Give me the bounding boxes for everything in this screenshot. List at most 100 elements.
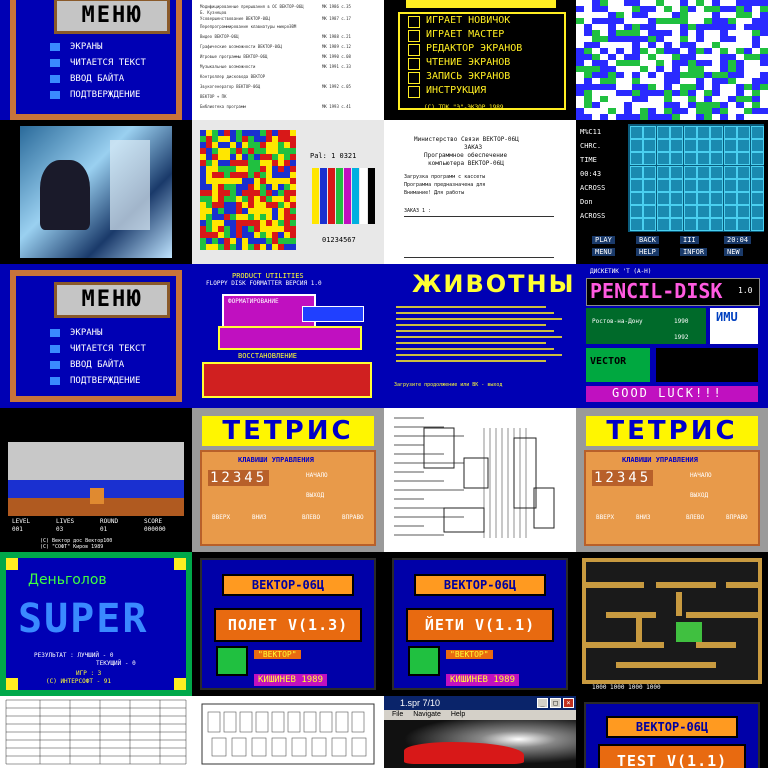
puzzle-cell[interactable] [630,218,643,232]
menu-option-box[interactable] [408,72,420,84]
menu-option[interactable]: ЧТЕНИЕ ЭКРАНОВ [426,57,510,68]
puzzle-button[interactable]: BACK [636,236,659,244]
puzzle-cell[interactable] [643,205,657,219]
puzzle-cell[interactable] [683,218,697,232]
puzzle-cell[interactable] [683,165,697,179]
puzzle-cell[interactable] [710,178,724,192]
puzzle-cell[interactable] [710,152,724,166]
menu-item-4[interactable]: ПОДТВЕРЖДЕНИЕ [50,376,140,386]
tile-artwork[interactable] [0,120,192,264]
tile-typed-document[interactable]: Министерство Связи ВЕКТОР-06Ц ЗАКАЗ Прог… [384,120,576,264]
maximize-icon[interactable]: □ [550,698,561,708]
puzzle-cell[interactable] [697,165,710,179]
tile-super[interactable]: Деньголов SUPER РЕЗУЛЬТАТ : ЛУЧШИЙ - 0 Т… [0,552,192,696]
menu-option-box[interactable] [408,86,420,98]
tile-sprite-editor[interactable]: Pal: 1 0321 01234567 [192,120,384,264]
menu-navigate[interactable]: Navigate [413,711,441,718]
puzzle-cell[interactable] [643,218,657,232]
puzzle-cell[interactable] [723,126,737,139]
puzzle-cell[interactable] [710,205,724,219]
menu-option-box[interactable] [408,30,420,42]
puzzle-cell[interactable] [643,192,657,205]
menu-item-4[interactable]: ПОДТВЕРЖДЕНИЕ [50,90,140,100]
puzzle-cell[interactable] [723,178,737,192]
puzzle-cell[interactable] [750,192,764,205]
puzzle-button[interactable]: III [680,236,699,244]
minimize-icon[interactable]: _ [537,698,548,708]
close-icon[interactable]: × [563,698,574,708]
puzzle-button[interactable]: MENU [592,248,615,256]
tile-platform-game[interactable]: (C) Вектор дос Вектор100 (C) "СОФТ" Киро… [0,408,192,552]
tile-article-list[interactable]: Модифицированные прерывания в ОС ВЕКТОР-… [192,0,384,120]
menu-help[interactable]: Help [451,711,465,718]
tile-puzzle-game[interactable]: M%C11 CHRC. TIME 00:43 ACROSS Don ACROSS PLAY BA… [576,120,768,264]
puzzle-cell[interactable] [656,139,670,153]
puzzle-cell[interactable] [643,178,657,192]
puzzle-cell[interactable] [697,218,710,232]
tile-vektor-yeti[interactable]: ВЕКТОР-06Ц ЙЕТИ V(1.1) "ВЕКТОР" КИШИНЕВ … [384,552,576,696]
puzzle-cell[interactable] [670,192,684,205]
puzzle-cell[interactable] [683,126,697,139]
menu-item-1[interactable]: ЭКРАНЫ [50,42,103,52]
puzzle-cell[interactable] [737,178,751,192]
puzzle-cell[interactable] [697,139,710,153]
menu-file[interactable]: File [392,711,403,718]
tile-animals[interactable]: ЖИВОТНЫЕ Загрузите продолжение или ВК - … [384,264,576,408]
puzzle-cell[interactable] [697,205,710,219]
puzzle-cell[interactable] [737,152,751,166]
tile-table-scan[interactable] [0,696,192,768]
tile-vektor-test[interactable]: ВЕКТОР-06Ц TEST V(1.1) [576,696,768,768]
tile-pattern[interactable] [576,0,768,120]
menu-option[interactable]: ИНСТРУКЦИЯ [426,85,486,96]
puzzle-cell[interactable] [656,152,670,166]
puzzle-cell[interactable] [697,178,710,192]
puzzle-cell[interactable] [710,126,724,139]
puzzle-cell[interactable] [737,165,751,179]
puzzle-cell[interactable] [723,139,737,153]
puzzle-cell[interactable] [630,205,643,219]
menu-item-3[interactable]: ВВОД БАЙТА [50,74,124,84]
tile-game-menu[interactable]: (C) ТПК "Э"-ЭКЗОР 1989 ИГРАЕТ НОВИЧОК ИГР… [384,0,576,120]
tile-schematic[interactable] [384,408,576,552]
puzzle-cell[interactable] [750,126,764,139]
menu-item-2[interactable]: ЧИТАЕТСЯ ТЕКСТ [50,58,146,68]
puzzle-button[interactable]: 20:04 [724,236,752,244]
puzzle-cell[interactable] [630,178,643,192]
tile-menu-screen-2[interactable]: МЕНЮ ЭКРАНЫ ЧИТАЕТСЯ ТЕКСТ ВВОД БАЙТА ПО… [0,264,192,408]
puzzle-cell[interactable] [683,205,697,219]
puzzle-cell[interactable] [737,192,751,205]
puzzle-button[interactable]: HELP [636,248,659,256]
puzzle-cell[interactable] [670,152,684,166]
puzzle-cell[interactable] [656,178,670,192]
puzzle-cell[interactable] [683,139,697,153]
tile-vektor-polet[interactable]: ВЕКТОР-06Ц ПОЛЕТ V(1.3) "ВЕКТОР" КИШИНЕВ… [192,552,384,696]
puzzle-cell[interactable] [656,205,670,219]
menu-option-box[interactable] [408,16,420,28]
level-digits[interactable]: 12345 [592,470,654,486]
menu-option[interactable]: ИГРАЕТ МАСТЕР [426,29,504,40]
tile-image-viewer[interactable]: 1.spr 7/10 _ □ × File Navigate Help [384,696,576,768]
puzzle-cell[interactable] [670,165,684,179]
puzzle-cell[interactable] [737,139,751,153]
menu-item-1[interactable]: ЭКРАНЫ [50,328,103,338]
puzzle-cell[interactable] [630,165,643,179]
menu-option[interactable]: ИГРАЕТ НОВИЧОК [426,15,510,26]
puzzle-cell[interactable] [656,165,670,179]
puzzle-cell[interactable] [723,165,737,179]
menu-option[interactable]: ЗАПИСЬ ЭКРАНОВ [426,71,510,82]
puzzle-cell[interactable] [723,192,737,205]
puzzle-cell[interactable] [697,192,710,205]
recover-panel[interactable] [202,362,372,398]
level-digits[interactable]: 12345 [208,470,270,486]
puzzle-cell[interactable] [683,192,697,205]
menu-item-2[interactable]: ЧИТАЕТСЯ ТЕКСТ [50,344,146,354]
puzzle-cell[interactable] [697,126,710,139]
puzzle-cell[interactable] [710,139,724,153]
tile-tetris-1[interactable]: ТЕТРИС КЛАВИШИ УПРАВЛЕНИЯ 12345 НАЧАЛО В… [192,408,384,552]
puzzle-cell[interactable] [723,205,737,219]
puzzle-button[interactable]: PLAY [592,236,615,244]
puzzle-cell[interactable] [723,218,737,232]
drive-box[interactable] [302,306,364,322]
puzzle-cell[interactable] [737,126,751,139]
puzzle-cell[interactable] [737,218,751,232]
